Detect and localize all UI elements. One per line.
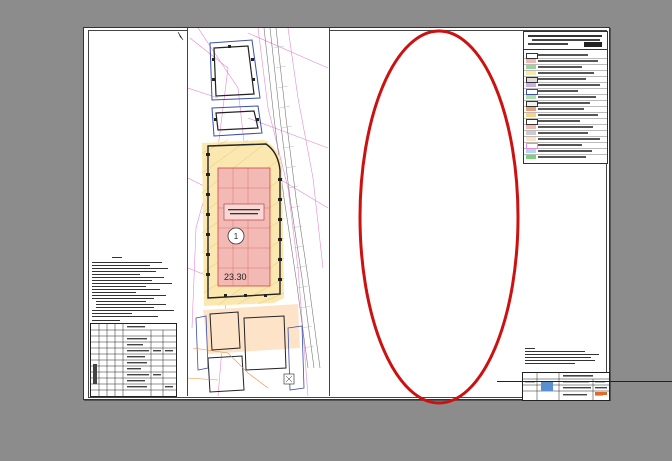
site-plan-map: 1 23.30: [187, 28, 330, 396]
stamp-grid: [91, 324, 176, 396]
legend-header: [524, 32, 607, 50]
elevation-label: 23.30: [224, 272, 247, 282]
revision-stamp-table: [90, 323, 177, 397]
site-plan-drawing: 1 23.30: [188, 28, 329, 396]
general-notes: [90, 254, 178, 324]
legend-panel: [523, 31, 608, 164]
drawing-sheet: 1 23.30: [83, 27, 610, 401]
title-block: [522, 372, 610, 401]
leader-line: [497, 381, 672, 382]
north-arrow-icon: [177, 31, 184, 41]
sheet-notes: [525, 346, 603, 366]
legend-row: [524, 154, 607, 160]
title-block-grid: [523, 373, 609, 400]
building-number: 1: [234, 232, 239, 241]
